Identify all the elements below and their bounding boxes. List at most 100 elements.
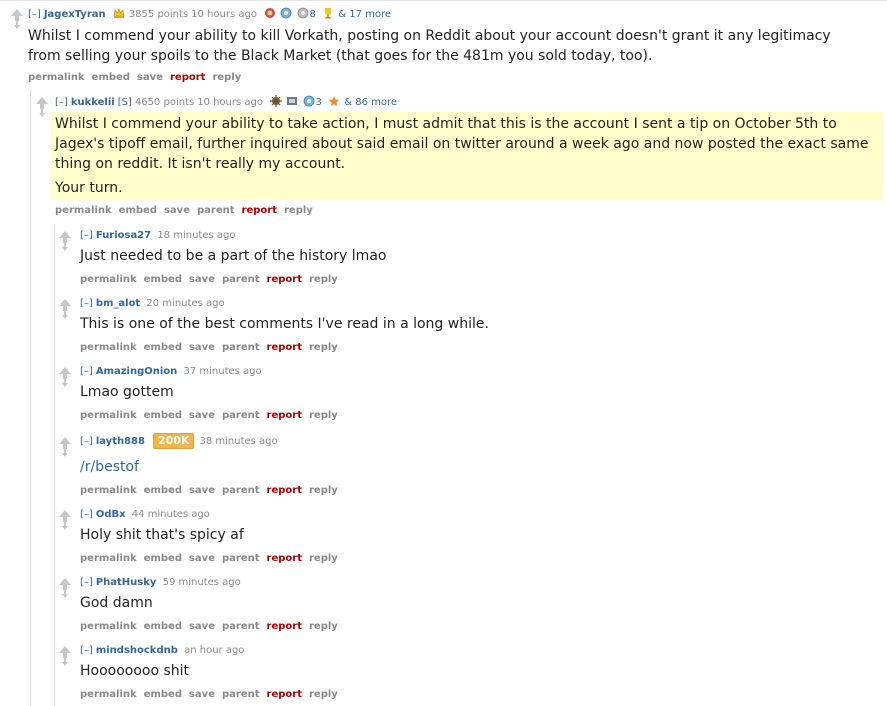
report-link[interactable]: report <box>170 72 205 83</box>
save-link[interactable]: save <box>137 72 163 83</box>
collapse-toggle[interactable]: [–] <box>80 366 93 377</box>
embed-link[interactable]: embed <box>144 410 182 421</box>
report-link[interactable]: report <box>267 342 302 353</box>
save-link[interactable]: save <box>189 485 215 496</box>
embed-link[interactable]: embed <box>119 205 157 216</box>
embed-link[interactable]: embed <box>144 274 182 285</box>
award-icon[interactable] <box>264 7 276 19</box>
author-link[interactable]: Furiosa27 <box>96 230 151 241</box>
author-link[interactable]: layth888 <box>96 436 145 447</box>
report-link[interactable]: report <box>267 689 302 700</box>
reply-link[interactable]: reply <box>309 621 338 632</box>
reply-link[interactable]: reply <box>309 553 338 564</box>
reply-link[interactable]: reply <box>309 342 338 353</box>
collapse-toggle[interactable]: [–] <box>28 9 41 20</box>
report-link[interactable]: report <box>267 485 302 496</box>
parent-link[interactable]: parent <box>222 342 260 353</box>
award-icon[interactable] <box>286 95 298 107</box>
report-link[interactable]: report <box>267 553 302 564</box>
reply-link[interactable]: reply <box>309 485 338 496</box>
report-link[interactable]: report <box>267 621 302 632</box>
permalink-link[interactable]: permalink <box>80 342 137 353</box>
permalink-link[interactable]: permalink <box>28 72 85 83</box>
collapse-toggle[interactable]: [–] <box>80 509 93 520</box>
reply-link[interactable]: reply <box>309 410 338 421</box>
award-icon[interactable] <box>328 95 340 107</box>
save-link[interactable]: save <box>189 274 215 285</box>
save-link[interactable]: save <box>189 342 215 353</box>
parent-link[interactable]: parent <box>222 621 260 632</box>
save-link[interactable]: save <box>189 553 215 564</box>
permalink-link[interactable]: permalink <box>80 485 137 496</box>
reply-link[interactable]: reply <box>284 205 313 216</box>
parent-link[interactable]: parent <box>222 553 260 564</box>
reply-link[interactable]: reply <box>212 72 241 83</box>
embed-link[interactable]: embed <box>144 485 182 496</box>
award-icon[interactable] <box>270 95 283 107</box>
collapse-toggle[interactable]: [–] <box>80 645 93 656</box>
parent-link[interactable]: parent <box>222 485 260 496</box>
embed-link[interactable]: embed <box>144 689 182 700</box>
downvote-arrow-icon[interactable] <box>62 311 68 319</box>
permalink-link[interactable]: permalink <box>80 553 137 564</box>
upvote-arrow-icon[interactable] <box>36 97 48 109</box>
author-link[interactable]: kukkelii <box>71 97 115 108</box>
upvote-arrow-icon[interactable] <box>59 578 71 590</box>
downvote-arrow-icon[interactable] <box>62 379 68 387</box>
downvote-arrow-icon[interactable] <box>62 658 68 666</box>
author-link[interactable]: JagexTyran <box>44 9 106 20</box>
more-awards-link[interactable]: & 17 more <box>338 9 391 20</box>
embed-link[interactable]: embed <box>144 621 182 632</box>
upvote-arrow-icon[interactable] <box>59 437 71 449</box>
award-icon[interactable] <box>280 7 292 19</box>
reply-link[interactable]: reply <box>309 689 338 700</box>
more-awards-link[interactable]: & 86 more <box>344 97 397 108</box>
parent-link[interactable]: parent <box>222 410 260 421</box>
upvote-arrow-icon[interactable] <box>59 367 71 379</box>
save-link[interactable]: save <box>164 205 190 216</box>
permalink-link[interactable]: permalink <box>80 274 137 285</box>
award-icon[interactable] <box>303 95 315 107</box>
subreddit-link[interactable]: /r/bestof <box>80 459 139 475</box>
permalink-link[interactable]: permalink <box>55 205 112 216</box>
author-link[interactable]: PhatHusky <box>96 577 157 588</box>
report-link[interactable]: report <box>242 205 277 216</box>
downvote-arrow-icon[interactable] <box>62 522 68 530</box>
save-link[interactable]: save <box>189 689 215 700</box>
collapse-toggle[interactable]: [–] <box>80 577 93 588</box>
upvote-arrow-icon[interactable] <box>59 231 71 243</box>
submitter-flair[interactable]: [S] <box>118 97 132 108</box>
save-link[interactable]: save <box>189 410 215 421</box>
trophy-award-icon[interactable] <box>322 7 334 19</box>
downvote-arrow-icon[interactable] <box>14 21 20 29</box>
author-link[interactable]: mindshockdnb <box>96 645 178 656</box>
author-link[interactable]: bm_alot <box>96 298 140 309</box>
save-link[interactable]: save <box>189 621 215 632</box>
report-link[interactable]: report <box>267 410 302 421</box>
parent-link[interactable]: parent <box>222 689 260 700</box>
report-link[interactable]: report <box>267 274 302 285</box>
embed-link[interactable]: embed <box>144 553 182 564</box>
collapse-toggle[interactable]: [–] <box>80 436 93 447</box>
downvote-arrow-icon[interactable] <box>39 109 45 117</box>
permalink-link[interactable]: permalink <box>80 621 137 632</box>
embed-link[interactable]: embed <box>144 342 182 353</box>
author-link[interactable]: AmazingOnion <box>96 366 177 377</box>
reply-link[interactable]: reply <box>309 274 338 285</box>
collapse-toggle[interactable]: [–] <box>80 298 93 309</box>
collapse-toggle[interactable]: [–] <box>80 230 93 241</box>
embed-link[interactable]: embed <box>92 72 130 83</box>
author-link[interactable]: OdBx <box>96 509 126 520</box>
crown-award-icon[interactable] <box>112 7 126 19</box>
permalink-link[interactable]: permalink <box>80 410 137 421</box>
downvote-arrow-icon[interactable] <box>62 590 68 598</box>
collapse-toggle[interactable]: [–] <box>55 97 68 108</box>
parent-link[interactable]: parent <box>222 274 260 285</box>
downvote-arrow-icon[interactable] <box>62 243 68 251</box>
award-icon[interactable] <box>297 7 309 19</box>
upvote-arrow-icon[interactable] <box>59 510 71 522</box>
upvote-arrow-icon[interactable] <box>59 646 71 658</box>
upvote-arrow-icon[interactable] <box>11 9 23 21</box>
upvote-arrow-icon[interactable] <box>59 299 71 311</box>
permalink-link[interactable]: permalink <box>80 689 137 700</box>
